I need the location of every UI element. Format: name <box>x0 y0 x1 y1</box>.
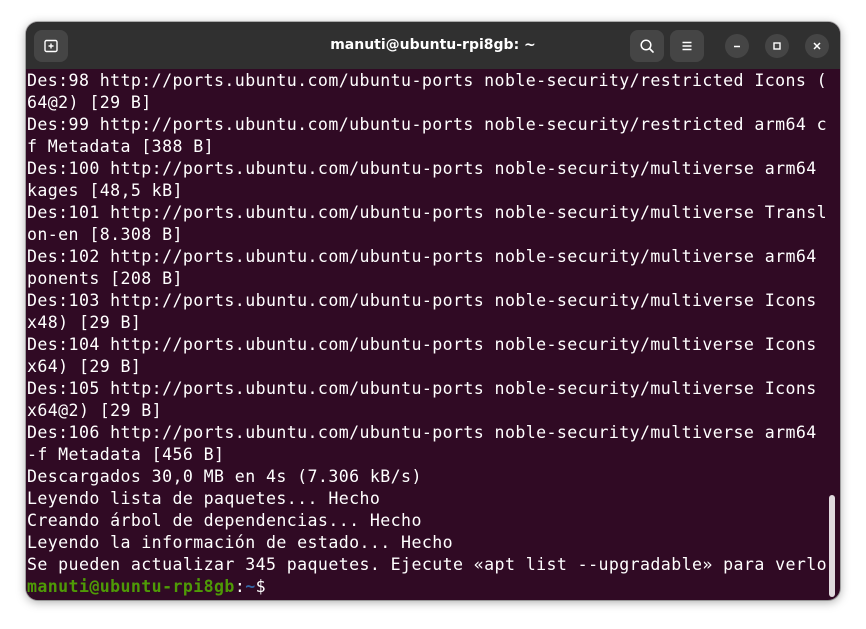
output-line: ponents [208 B] <box>27 269 183 288</box>
output-line: Des:106 http://ports.ubuntu.com/ubuntu-p… <box>27 423 826 442</box>
output-line: Des:98 http://ports.ubuntu.com/ubuntu-po… <box>27 71 826 90</box>
minimize-icon <box>734 45 740 48</box>
shell-prompt[interactable]: manuti@ubuntu-rpi8gb:~$ <box>27 576 267 598</box>
hamburger-menu-icon <box>682 41 692 51</box>
search-button[interactable] <box>630 30 664 62</box>
output-line: x64) [29 B] <box>27 357 142 376</box>
new-tab-button[interactable] <box>34 30 68 62</box>
window-title: manuti@ubuntu-rpi8gb: ~ <box>330 37 536 53</box>
output-line: Des:102 http://ports.ubuntu.com/ubuntu-p… <box>27 247 826 266</box>
prompt-user-host: manuti@ubuntu-rpi8gb <box>27 577 235 596</box>
menu-button[interactable] <box>670 30 704 62</box>
output-line: Des:99 http://ports.ubuntu.com/ubuntu-po… <box>27 115 826 134</box>
prompt-separator: : <box>234 577 246 596</box>
new-tab-icon <box>44 39 58 53</box>
output-line: 64@2) [29 B] <box>27 93 152 112</box>
output-line: x64@2) [29 B] <box>27 401 163 420</box>
title-bar: manuti@ubuntu-rpi8gb: ~ <box>26 22 840 69</box>
close-icon <box>813 42 821 50</box>
output-line: Des:100 http://ports.ubuntu.com/ubuntu-p… <box>27 159 826 178</box>
scrollbar-thumb[interactable] <box>829 495 835 597</box>
output-line: Des:103 http://ports.ubuntu.com/ubuntu-p… <box>27 291 826 310</box>
output-line: on-en [8.308 B] <box>27 225 183 244</box>
output-line: kages [48,5 kB] <box>27 181 183 200</box>
output-line: Se pueden actualizar 345 paquetes. Ejecu… <box>27 555 826 574</box>
output-line: f Metadata [388 B] <box>27 137 215 156</box>
minimize-button[interactable] <box>725 34 749 58</box>
output-line: Leyendo lista de paquetes... Hecho <box>27 489 381 508</box>
maximize-button[interactable] <box>765 34 789 58</box>
prompt-path: ~ <box>245 577 256 596</box>
output-line: Des:104 http://ports.ubuntu.com/ubuntu-p… <box>27 335 826 354</box>
prompt-symbol: $ <box>255 577 266 596</box>
output-line: -f Metadata [456 B] <box>27 445 225 464</box>
output-line: Creando árbol de dependencias... Hecho <box>27 511 422 530</box>
search-icon <box>640 39 654 53</box>
terminal-window: manuti@ubuntu-rpi8gb: ~ Des:98 http://po… <box>26 22 840 600</box>
output-line: Descargados 30,0 MB en 4s (7.306 kB/s) <box>27 467 422 486</box>
output-line: Des:101 http://ports.ubuntu.com/ubuntu-p… <box>27 203 826 222</box>
output-line: Leyendo la información de estado... Hech… <box>27 533 454 552</box>
maximize-icon <box>773 42 781 50</box>
close-button[interactable] <box>805 34 829 58</box>
text-cursor <box>266 577 267 595</box>
output-line: Des:105 http://ports.ubuntu.com/ubuntu-p… <box>27 379 826 398</box>
output-line: x48) [29 B] <box>27 313 142 332</box>
terminal-output[interactable]: Des:98 http://ports.ubuntu.com/ubuntu-po… <box>26 69 826 600</box>
